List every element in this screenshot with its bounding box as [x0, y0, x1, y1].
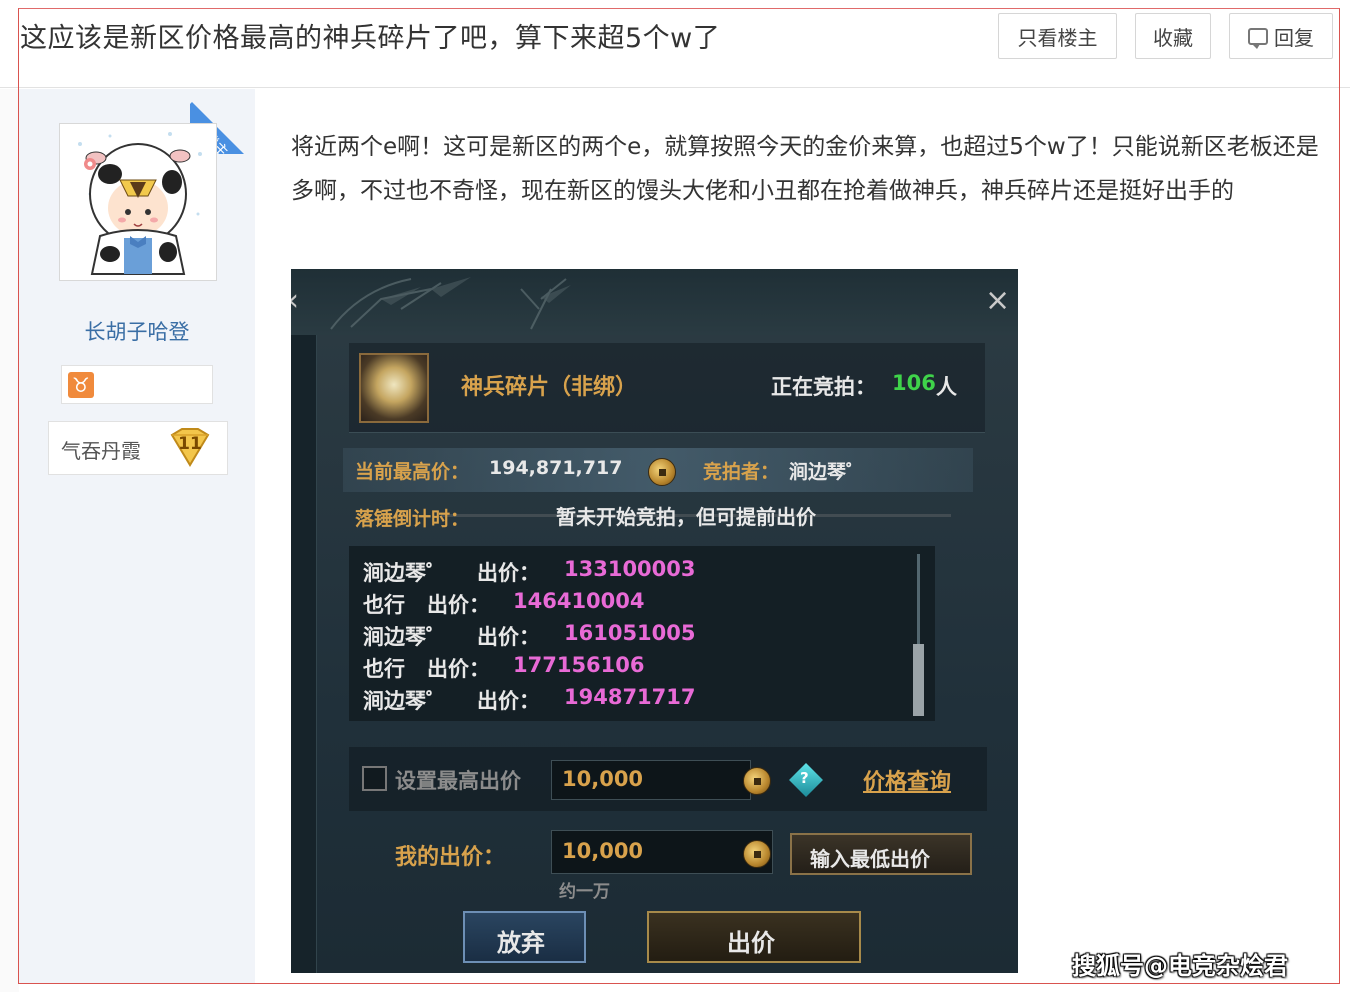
- weapon-fragment-item-icon[interactable]: [359, 353, 429, 423]
- zodiac-badge: ♉: [61, 365, 213, 404]
- price-query-link[interactable]: 价格查询: [863, 764, 951, 796]
- highest-price-value: 194,871,717: [489, 457, 623, 479]
- bid-name: 也行: [363, 593, 405, 617]
- bid-label: 出价：: [477, 625, 540, 649]
- bid-amount: 194871717: [564, 685, 696, 709]
- question-mark-icon: ?: [800, 769, 809, 787]
- reply-label: 回复: [1274, 25, 1314, 50]
- min-bid-button-label: 输入最低出价: [810, 847, 930, 871]
- item-name: 神兵碎片（非绑）: [461, 375, 638, 400]
- place-bid-button-label: 出价: [727, 929, 775, 957]
- only-owner-button[interactable]: 只看楼主: [998, 13, 1117, 59]
- set-max-bid-label: 设置最高出价: [395, 769, 521, 793]
- countdown-label: 落锤倒计时：: [355, 508, 470, 530]
- favorite-label: 收藏: [1153, 25, 1193, 50]
- coin-icon: [743, 767, 771, 795]
- avatar[interactable]: [59, 123, 217, 281]
- only-owner-label: 只看楼主: [1017, 25, 1098, 50]
- item-header-row: [349, 343, 985, 433]
- rank-level: 11: [178, 434, 202, 454]
- bid-label: 出价：: [427, 593, 490, 617]
- highest-price-label: 当前最高价：: [355, 461, 470, 483]
- bid-amount: 177156106: [513, 653, 645, 677]
- game-left-sidebar: [291, 335, 317, 973]
- bid-amount: 146410004: [513, 589, 645, 613]
- set-max-bid-checkbox[interactable]: [362, 766, 387, 791]
- post-body-text: 将近两个e啊！这可是新区的两个e，就算按照今天的金价来算，也超过5个w了！只能说…: [291, 134, 1319, 204]
- game-top-banner: [291, 269, 1018, 335]
- min-bid-button[interactable]: 输入最低出价: [790, 833, 972, 875]
- bamboo-decoration: [330, 277, 571, 330]
- bidder-label: 竞拍者：: [703, 461, 780, 483]
- comment-icon: [1248, 27, 1268, 49]
- bid-amount: 161051005: [564, 621, 696, 645]
- left-arrow-icon[interactable]: ‹: [291, 283, 299, 318]
- bid-list-scroll-thumb[interactable]: [913, 644, 924, 716]
- bid-name: 涧边琴゜: [363, 625, 447, 649]
- bidding-unit: 人: [936, 375, 957, 399]
- close-icon[interactable]: ×: [985, 283, 1010, 318]
- give-up-button-label: 放弃: [497, 929, 545, 957]
- bid-amount: 133100003: [564, 557, 696, 581]
- bid-label: 出价：: [477, 689, 540, 713]
- my-bid-label: 我的出价：: [395, 845, 506, 870]
- place-bid-button[interactable]: 出价: [647, 911, 861, 963]
- post-header: 这应该是新区价格最高的神兵碎片了吧，算下来超5个w了 只看楼主 收藏 回复: [0, 0, 1350, 88]
- bid-name: 涧边琴゜: [363, 689, 447, 713]
- bidder-name: 涧边琴゜: [789, 461, 866, 483]
- level-diamond-icon: 11: [170, 428, 210, 467]
- coin-icon: [648, 458, 676, 486]
- my-bid-hint: 约一万: [559, 882, 610, 902]
- cow-costume-avatar-image: [60, 124, 216, 280]
- bid-name: 涧边琴゜: [363, 561, 447, 585]
- left-gutter: [0, 89, 19, 992]
- give-up-button[interactable]: 放弃: [463, 911, 586, 963]
- author-username[interactable]: 长胡子哈登: [19, 316, 255, 346]
- coin-icon: [743, 840, 771, 868]
- game-auction-screenshot: ‹ × 神兵碎片（非绑） 正在竞拍： 106 人 当前最高价： 194,871,…: [291, 269, 1018, 973]
- rank-badge: 气吞丹霞 11: [48, 421, 228, 475]
- favorite-button[interactable]: 收藏: [1135, 13, 1211, 59]
- post-title: 这应该是新区价格最高的神兵碎片了吧，算下来超5个w了: [20, 23, 721, 54]
- my-bid-value: 10,000: [562, 839, 644, 863]
- taurus-icon: ♉: [68, 372, 94, 398]
- bid-label: 出价：: [427, 657, 490, 681]
- watermark: 搜狐号@电竞杂烩君: [1072, 952, 1288, 980]
- bid-label: 出价：: [477, 561, 540, 585]
- rank-name: 气吞丹霞: [61, 439, 141, 463]
- countdown-status: 暂未开始竞拍，但可提前出价: [556, 505, 816, 529]
- bidding-label: 正在竞拍：: [771, 375, 876, 399]
- bid-name: 也行: [363, 657, 405, 681]
- bidding-count: 106: [892, 371, 936, 395]
- set-max-bid-value: 10,000: [562, 767, 644, 791]
- reply-button[interactable]: 回复: [1229, 13, 1333, 59]
